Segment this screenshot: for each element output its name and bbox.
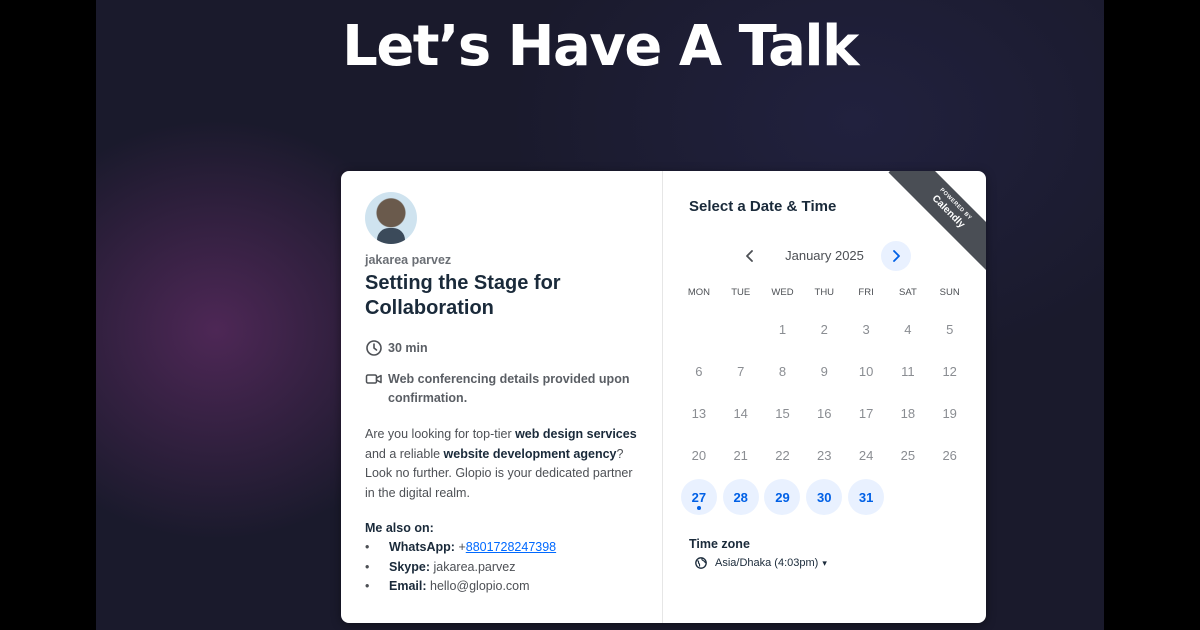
weekday-label: MON <box>687 287 710 298</box>
description-bold-text: web design services <box>515 427 637 441</box>
timezone-value: Asia/Dhaka (4:03pm) <box>715 557 819 569</box>
chevron-right-icon <box>893 250 900 262</box>
weekday-label: FRI <box>858 287 874 298</box>
timezone-label: Time zone <box>689 537 750 551</box>
weekday-label: SAT <box>898 287 917 298</box>
conferencing-text: Web conferencing details provided upon c… <box>388 372 630 405</box>
calendar-week-row: 1 2 3 4 5 <box>678 309 971 351</box>
unavailable-day: 15 <box>775 405 790 421</box>
available-day-button[interactable]: 29 <box>764 479 801 516</box>
event-details-panel: jakarea parvez Setting the Stage for Col… <box>341 171 663 623</box>
caret-down-icon: ▾ <box>822 557 827 568</box>
unavailable-day: 9 <box>820 364 828 380</box>
contact-label: WhatsApp: <box>389 540 455 554</box>
available-day-button[interactable]: 31 <box>848 479 885 516</box>
event-description: Are you looking for top-tier web design … <box>365 425 638 503</box>
month-label: January 2025 <box>785 248 864 263</box>
timezone-selector[interactable]: Asia/Dhaka (4:03pm) ▾ <box>695 557 827 569</box>
next-month-button[interactable] <box>881 241 911 271</box>
description-text: and a reliable <box>365 446 444 461</box>
conferencing-row: Web conferencing details provided upon c… <box>365 370 638 408</box>
calendar-week-row: 27 28 29 30 31 <box>678 476 971 518</box>
unavailable-day: 1 <box>778 322 787 338</box>
weekday-label: SUN <box>939 287 960 298</box>
month-navigation: January 2025 <box>663 241 986 271</box>
unavailable-day: 7 <box>737 364 745 380</box>
unavailable-day: 2 <box>820 322 828 338</box>
contact-label: Skype: <box>389 559 430 574</box>
video-camera-icon <box>365 374 382 384</box>
host-name: jakarea parvez <box>365 253 452 267</box>
contact-list: WhatsApp: +8801728247398 Skype: jakarea.… <box>365 538 638 597</box>
previous-month-button[interactable] <box>735 241 765 271</box>
contact-value: hello@glopio.com <box>426 579 530 593</box>
whatsapp-link[interactable]: 8801728247398 <box>466 540 556 554</box>
weekday-label: THU <box>814 287 835 298</box>
contact-whatsapp: WhatsApp: +8801728247398 <box>365 538 638 558</box>
clock-icon <box>366 340 382 356</box>
unavailable-day: 3 <box>862 322 870 338</box>
calendar-week-row: 6 7 8 9 10 11 12 <box>678 351 971 393</box>
calendar-grid: MON TUE WED THU FRI SAT SUN 1 2 3 4 5 6 7 8 9 10 11 12 13 1… <box>678 287 971 518</box>
unavailable-day: 21 <box>733 447 748 463</box>
unavailable-day: 18 <box>900 405 916 421</box>
page-headline: Let’s Have A Talk <box>342 14 859 79</box>
unavailable-day: 4 <box>904 322 912 338</box>
unavailable-day: 26 <box>942 447 957 463</box>
unavailable-day: 22 <box>775 447 790 463</box>
unavailable-day: 6 <box>695 364 703 380</box>
also-on-heading: Me also on: <box>365 521 434 535</box>
available-day-button[interactable]: 28 <box>722 479 759 516</box>
description-bold-text: website development agency <box>443 446 617 461</box>
calendar-week-row: 13 14 15 16 17 18 19 <box>678 393 971 435</box>
date-picker-panel: Select a Date & Time January 2025 MON TUE… <box>663 171 986 623</box>
unavailable-day: 13 <box>691 405 707 421</box>
weekday-label: TUE <box>731 287 751 298</box>
unavailable-day: 11 <box>901 364 915 380</box>
chevron-left-icon <box>746 250 753 262</box>
unavailable-day: 14 <box>733 405 748 421</box>
unavailable-day: 20 <box>691 447 707 463</box>
event-title: Setting the Stage for Collaboration <box>365 272 561 319</box>
available-day-button[interactable]: 30 <box>806 479 843 516</box>
duration-row: 30 min <box>365 339 638 358</box>
unavailable-day: 5 <box>946 322 954 338</box>
contact-email: Email: hello@glopio.com <box>365 577 638 597</box>
available-day-button[interactable]: 27 <box>680 479 717 516</box>
unavailable-day: 23 <box>817 447 832 463</box>
unavailable-day: 10 <box>858 364 874 380</box>
unavailable-day: 17 <box>858 405 874 421</box>
contact-skype: Skype: jakarea.parvez <box>365 558 638 578</box>
contact-label: Email: <box>389 579 427 593</box>
weekday-header: MON TUE WED THU FRI SAT SUN <box>678 287 971 298</box>
page-background: Let’s Have A Talk jakarea parvez Setting… <box>96 0 1104 630</box>
unavailable-day: 25 <box>900 447 916 463</box>
calendar-week-row: 20 21 22 23 24 25 26 <box>678 434 971 476</box>
globe-icon <box>695 557 707 569</box>
duration-text: 30 min <box>388 341 428 355</box>
unavailable-day: 12 <box>942 364 957 380</box>
avatar <box>365 192 417 244</box>
unavailable-day: 24 <box>858 447 874 463</box>
calendar-days: 1 2 3 4 5 6 7 8 9 10 11 12 13 14 15 16 17 18 19 20 21 22 23 24 2… <box>678 309 971 518</box>
weekday-label: WED <box>771 287 794 298</box>
description-text: Are you looking for top-tier <box>365 427 516 441</box>
unavailable-day: 19 <box>942 405 957 421</box>
calendly-widget: jakarea parvez Setting the Stage for Col… <box>341 171 986 623</box>
phone-prefix: + <box>454 540 466 554</box>
unavailable-day: 8 <box>778 364 787 380</box>
contact-value: jakarea.parvez <box>430 559 516 574</box>
unavailable-day: 16 <box>817 405 832 421</box>
